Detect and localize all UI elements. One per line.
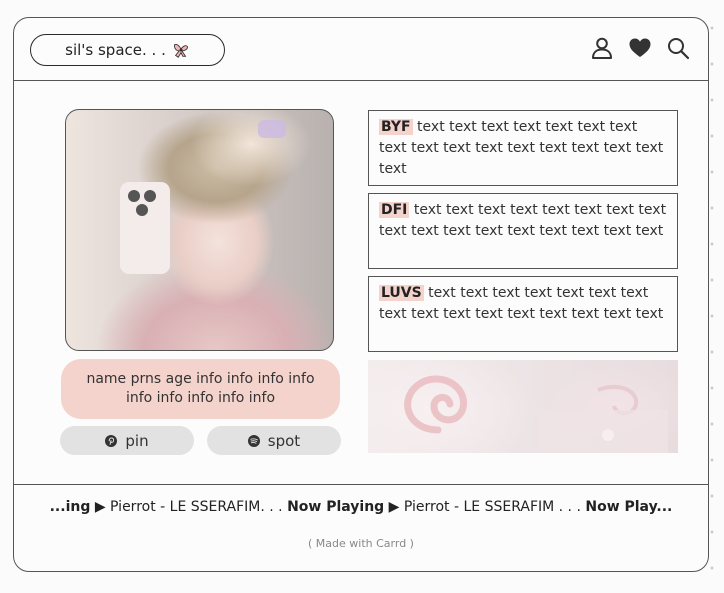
spotify-icon	[247, 434, 260, 447]
hat-bow	[258, 120, 286, 138]
marquee-track: Pierrot - LE SSERAFIM. . .	[105, 499, 288, 515]
marquee-lead: ...ing	[49, 499, 91, 515]
pinterest-icon	[105, 434, 118, 447]
header-icons	[590, 36, 690, 60]
tag-dfi: DFI	[379, 202, 410, 218]
site-title-pill[interactable]: sil's space. . .	[30, 34, 225, 66]
text-box-luvs: LUVS text text text text text text text …	[368, 276, 678, 352]
marquee-track: Pierrot - LE SSERAFIM . . .	[399, 499, 586, 515]
phone-in-photo	[120, 182, 170, 274]
heart-icon[interactable]	[628, 36, 652, 60]
site-title: sil's space. . .	[65, 41, 166, 59]
header-bar: sil's space. . .	[14, 18, 708, 81]
play-icon: ▶	[94, 499, 106, 515]
text-box-byf: BYF text text text text text text text t…	[368, 110, 678, 186]
footer-divider	[14, 484, 708, 485]
user-icon[interactable]	[590, 36, 614, 60]
tag-byf: BYF	[379, 119, 413, 135]
tag-luvs: LUVS	[379, 285, 424, 301]
pinterest-label: pin	[125, 431, 149, 450]
search-icon[interactable]	[666, 36, 690, 60]
spotify-button[interactable]: spot	[207, 426, 341, 455]
text-box-body: text text text text text text text text …	[379, 202, 667, 239]
now-playing-label: Now Playing	[287, 499, 385, 515]
profile-info-text: name prns age info info info info info i…	[86, 371, 315, 406]
decorative-image	[368, 360, 678, 453]
pink-bow-icon	[173, 44, 188, 58]
swirl-decoration	[404, 375, 668, 453]
profile-photo	[65, 109, 334, 351]
play-icon: ▶	[388, 499, 400, 515]
spotify-label: spot	[267, 431, 301, 450]
profile-info: name prns age info info info info info i…	[61, 359, 340, 419]
pinterest-button[interactable]: pin	[60, 426, 194, 455]
marquee-tail: Now Play...	[585, 499, 673, 515]
made-with-carrd[interactable]: ( Made with Carrd )	[14, 537, 708, 550]
now-playing-marquee: ...ing ▶ Pierrot - LE SSERAFIM. . . Now …	[14, 499, 708, 515]
main-card: sil's space. . . name prns age info info…	[13, 17, 709, 572]
text-box-dfi: DFI text text text text text text text t…	[368, 193, 678, 269]
text-box-body: text text text text text text text text …	[379, 119, 664, 177]
